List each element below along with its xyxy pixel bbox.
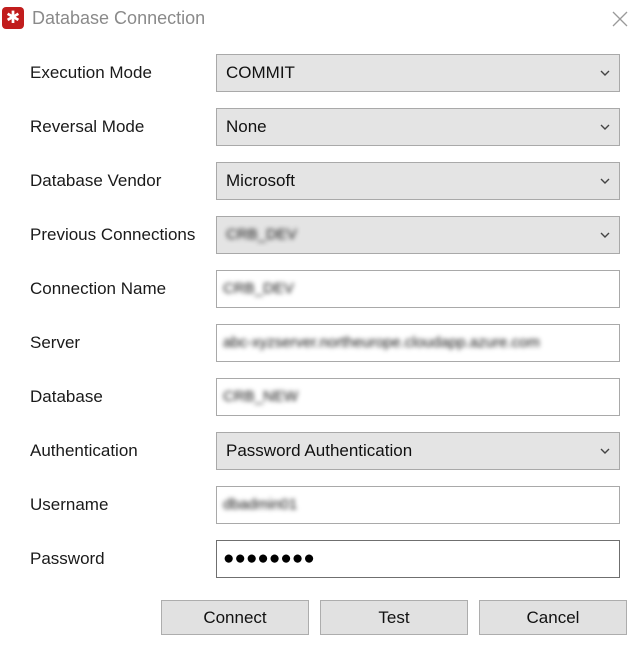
database-vendor-select[interactable]: Microsoft [216, 162, 620, 200]
password-row: Password ●●●●●●●● [0, 540, 641, 578]
reversal-mode-select[interactable]: None [216, 108, 620, 146]
cancel-button[interactable]: Cancel [479, 600, 627, 635]
server-row: Server abc-xyzserver.northeurope.cloudap… [0, 324, 641, 362]
username-input[interactable]: dbadmin01 [216, 486, 620, 524]
connection-name-value: CRB_DEV [223, 280, 294, 297]
title-bar: ✱ Database Connection [0, 0, 641, 38]
connection-name-label: Connection Name [30, 279, 167, 298]
execution-mode-row: Execution Mode COMMIT [0, 54, 641, 92]
authentication-label: Authentication [30, 441, 138, 460]
connect-button[interactable]: Connect [161, 600, 309, 635]
database-vendor-label: Database Vendor [30, 171, 162, 190]
connection-name-input[interactable]: CRB_DEV [216, 270, 620, 308]
username-value: dbadmin01 [223, 496, 298, 513]
reversal-mode-value: None [226, 117, 267, 136]
username-row: Username dbadmin01 [0, 486, 641, 524]
reversal-mode-label: Reversal Mode [30, 117, 145, 136]
app-star-icon: ✱ [2, 7, 24, 29]
database-label: Database [30, 387, 103, 406]
database-vendor-value: Microsoft [226, 171, 295, 190]
authentication-value: Password Authentication [226, 441, 413, 460]
chevron-down-icon [600, 178, 610, 184]
password-label: Password [30, 549, 105, 568]
reversal-mode-row: Reversal Mode None [0, 108, 641, 146]
window-title: Database Connection [32, 8, 206, 28]
execution-mode-value: COMMIT [226, 63, 295, 82]
close-button[interactable] [606, 6, 634, 32]
database-value: CRB_NEW [223, 388, 299, 405]
authentication-row: Authentication Password Authentication [0, 432, 641, 470]
server-value: abc-xyzserver.northeurope.cloudapp.azure… [223, 334, 540, 351]
username-label: Username [30, 495, 109, 514]
connection-name-row: Connection Name CRB_DEV [0, 270, 641, 308]
previous-connections-row: Previous Connections CRB_DEV [0, 216, 641, 254]
previous-connections-value: CRB_DEV [226, 226, 297, 243]
chevron-down-icon [600, 232, 610, 238]
database-vendor-row: Database Vendor Microsoft [0, 162, 641, 200]
execution-mode-label: Execution Mode [30, 63, 152, 82]
server-label: Server [30, 333, 81, 352]
chevron-down-icon [600, 70, 610, 76]
database-row: Database CRB_NEW [0, 378, 641, 416]
chevron-down-icon [600, 124, 610, 130]
server-input[interactable]: abc-xyzserver.northeurope.cloudapp.azure… [216, 324, 620, 362]
test-button[interactable]: Test [320, 600, 468, 635]
close-icon [612, 11, 628, 27]
authentication-select[interactable]: Password Authentication [216, 432, 620, 470]
chevron-down-icon [600, 448, 610, 454]
database-input[interactable]: CRB_NEW [216, 378, 620, 416]
previous-connections-label: Previous Connections [30, 225, 196, 244]
password-value: ●●●●●●●● [223, 548, 315, 569]
execution-mode-select[interactable]: COMMIT [216, 54, 620, 92]
previous-connections-select[interactable]: CRB_DEV [216, 216, 620, 254]
password-input[interactable]: ●●●●●●●● [216, 540, 620, 578]
